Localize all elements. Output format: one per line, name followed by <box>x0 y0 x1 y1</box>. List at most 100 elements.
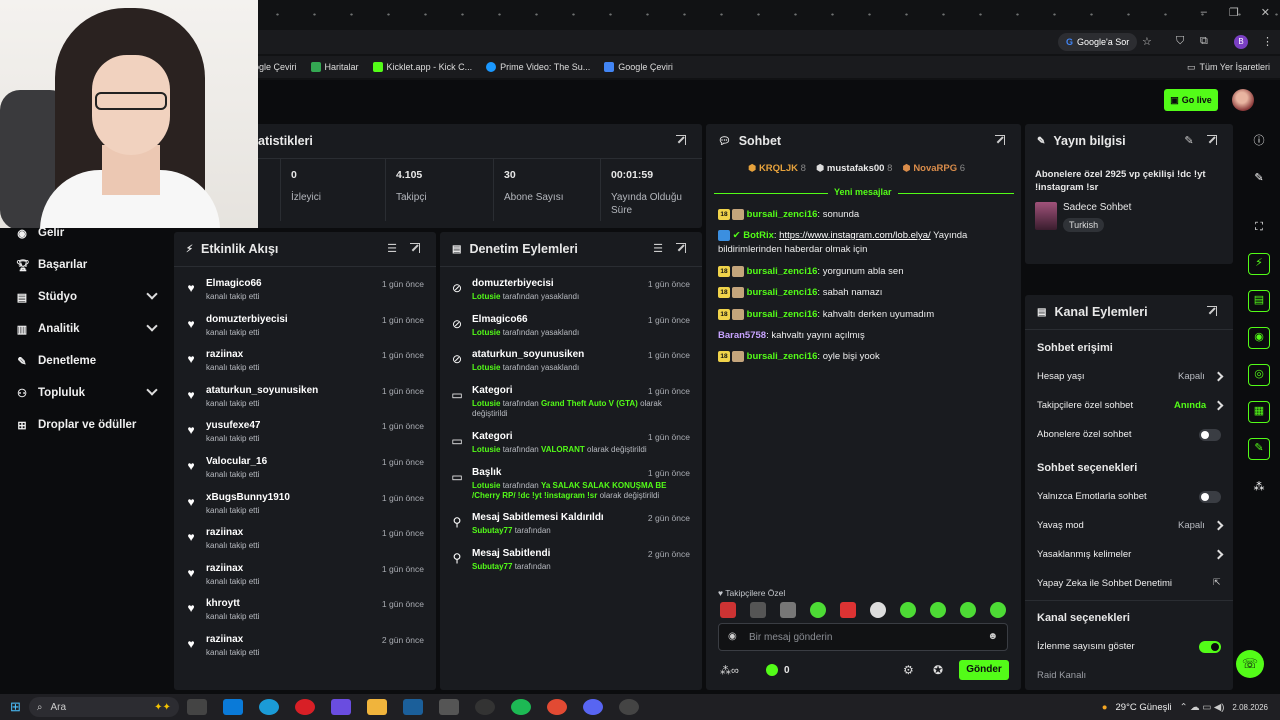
followers-chat-value[interactable]: Anında <box>1174 400 1206 411</box>
bookmark-maps[interactable]: Haritalar <box>310 62 359 72</box>
crop-icon[interactable]: ⛶ <box>1248 216 1270 238</box>
emote[interactable] <box>810 602 826 618</box>
account-age-value[interactable]: Kapalı <box>1178 371 1205 382</box>
activity-row[interactable]: ♥ raziinax kanalı takip etti 1 gün önce <box>174 345 436 381</box>
activity-row[interactable]: ♥ ataturkun_soyunusiken kanalı takip etti 1… <box>174 381 436 417</box>
folder-icon[interactable] <box>366 699 387 715</box>
popout-icon[interactable] <box>1207 135 1217 145</box>
raid-label[interactable]: Raid Kanalı <box>1037 670 1086 681</box>
chat-message[interactable]: 18 bursali_zenci16: sabah namazı <box>718 286 1008 300</box>
channel-points[interactable]: 0 <box>766 664 790 676</box>
activity-row[interactable]: ♥ xBugsBunny1910 kanalı takip etti 1 gün ön… <box>174 488 436 524</box>
chat-message[interactable]: 18 bursali_zenci16: oyle bişi yook <box>718 350 1008 364</box>
task-view-icon[interactable] <box>186 699 207 715</box>
emote[interactable] <box>840 602 856 618</box>
spotify-icon[interactable] <box>510 699 531 715</box>
extensions-icon[interactable]: ⧉ <box>1200 35 1208 48</box>
support-icon[interactable]: ☏ <box>1236 650 1264 678</box>
activity-row[interactable]: ♥ raziinax kanalı takip etti 1 gün önce <box>174 559 436 595</box>
chat-message[interactable]: ✔ BotRix: https://www.instagram.com/lob.… <box>718 229 1008 257</box>
edit-icon[interactable]: ✎ <box>1183 135 1195 147</box>
top-gifter-2[interactable]: ⬢ mustafaks00 8 <box>816 163 892 174</box>
popout-icon[interactable] <box>1207 306 1217 316</box>
chat-link[interactable]: https://www.instagram.com/lob.elya/ <box>779 230 931 241</box>
discord-icon[interactable] <box>582 699 603 715</box>
activity-row[interactable]: ♥ domuzterbiyecisi kanalı takip etti 1 gün … <box>174 310 436 346</box>
google-sor-button[interactable]: G Google'a Sor <box>1058 33 1138 51</box>
chevron-right-icon[interactable] <box>1213 400 1224 411</box>
close-icon[interactable]: ✕ <box>1261 6 1270 19</box>
chat-message[interactable]: 18 bursali_zenci16: yorgunum abla sen <box>718 265 1008 279</box>
tray-icons[interactable]: ⌃ ☁ ▭ ◀) <box>1180 702 1225 713</box>
sidebar-item-studyo[interactable]: ▤ Stüdyo <box>16 287 158 307</box>
sidebar-item-droplar[interactable]: ⊞ Droplar ve ödüller <box>16 415 136 435</box>
bookmark-kicklet[interactable]: Kicklet.app - Kick C... <box>372 62 472 72</box>
chat-input[interactable]: ◉ Bir mesaj gönderin ☻ <box>718 623 1008 651</box>
emote[interactable] <box>870 602 886 618</box>
infinity-icon[interactable]: ⁂∞ <box>720 664 739 677</box>
chat-message[interactable]: 18 bursali_zenci16: sonunda <box>718 208 1008 222</box>
bookmark-translate[interactable]: ogle Çeviri <box>254 62 297 72</box>
moderation-row[interactable]: ⚲ Mesaj Sabitlendi Subutay77 tarafından 2 g… <box>440 544 702 588</box>
chat-message[interactable]: 18 bursali_zenci16: kahvaltı derken uyum… <box>718 308 1008 322</box>
broadcast-icon[interactable]: ◎ <box>1248 364 1270 386</box>
filter-icon[interactable]: ☰ <box>652 243 664 255</box>
activity-row[interactable]: ♥ raziinax kanalı takip etti 2 gün önce <box>174 630 436 666</box>
popout-icon[interactable] <box>410 243 420 253</box>
app-icon[interactable] <box>618 699 639 715</box>
bolt-icon[interactable]: ⚡︎ <box>1248 253 1270 275</box>
windows-icon[interactable]: ⊞ <box>10 699 21 715</box>
bookmark-translate-2[interactable]: Google Çeviri <box>604 62 673 72</box>
sidebar-item-topluluk[interactable]: ⚇ Topluluk <box>16 383 158 403</box>
activity-row[interactable]: ♥ raziinax kanalı takip etti 1 gün önce <box>174 523 436 559</box>
wrench-icon[interactable]: ✎ <box>1248 438 1270 460</box>
chrome-icon[interactable] <box>546 699 567 715</box>
popout-icon[interactable] <box>676 135 686 145</box>
chevron-right-icon[interactable] <box>1213 371 1224 382</box>
opera-icon[interactable] <box>294 699 315 715</box>
sidebar-item-analitik[interactable]: ▥ Analitik <box>16 319 158 339</box>
bookmark-prime[interactable]: Prime Video: The Su... <box>486 62 590 72</box>
info-icon[interactable]: ⓘ <box>1248 130 1270 152</box>
activity-row[interactable]: ♥ Valocular_16 kanalı takip etti 1 gün önce <box>174 452 436 488</box>
chat-message[interactable]: Baran5758: kahvaltı yayını açılmış <box>718 329 1008 343</box>
chevron-right-icon[interactable] <box>1213 520 1224 531</box>
activity-row[interactable]: ♥ khroytt kanalı takip etti 1 gün önce <box>174 594 436 630</box>
emote[interactable] <box>750 602 766 618</box>
maximize-icon[interactable]: ❐ <box>1229 6 1239 19</box>
app-icon[interactable] <box>330 699 351 715</box>
sidebar-item-denetleme[interactable]: ✎ Denetleme <box>16 351 96 371</box>
chevron-right-icon[interactable] <box>1213 549 1224 560</box>
activity-row[interactable]: ♥ yusufexe47 kanalı takip etti 1 gün önce <box>174 416 436 452</box>
subs-chat-toggle[interactable] <box>1199 429 1221 441</box>
activity-row[interactable]: ♥ Elmagico66 kanalı takip etti 1 gün önce <box>174 274 436 310</box>
user-avatar[interactable] <box>1232 89 1254 111</box>
popout-icon[interactable] <box>995 135 1005 145</box>
all-bookmarks[interactable]: ▭ Tüm Yer İşaretleri <box>1187 62 1270 73</box>
menu-icon[interactable]: ⋮ <box>1262 35 1273 48</box>
sliders-icon[interactable]: ▦ <box>1248 401 1270 423</box>
settings-icon[interactable]: ⚙ <box>903 663 914 677</box>
minimize-icon[interactable]: – <box>1201 6 1207 19</box>
top-gifter-1[interactable]: ⬢ KRQLJK 8 <box>748 163 806 174</box>
external-link-icon[interactable]: ⇱ <box>1213 577 1221 588</box>
ai-mod-label[interactable]: Yapay Zeka ile Sohbet Denetimi <box>1037 578 1172 589</box>
emote-only-toggle[interactable] <box>1199 491 1221 503</box>
obs-icon[interactable] <box>474 699 495 715</box>
slow-mode-value[interactable]: Kapalı <box>1178 520 1205 531</box>
app-icon[interactable] <box>222 699 243 715</box>
emote[interactable] <box>900 602 916 618</box>
edge-icon[interactable] <box>258 699 279 715</box>
go-live-button[interactable]: ▣ Go live <box>1164 89 1218 111</box>
top-gifter-3[interactable]: ⬢ NovaRPG 6 <box>902 163 965 174</box>
emote[interactable] <box>930 602 946 618</box>
send-button[interactable]: Gönder <box>959 660 1009 680</box>
edit-icon[interactable]: ✎ <box>1248 167 1270 189</box>
store-icon[interactable] <box>438 699 459 715</box>
mod-icon[interactable]: ✪ <box>933 663 943 677</box>
star-icon[interactable]: ☆ <box>1142 35 1152 48</box>
community-icon[interactable]: ⁂ <box>1248 476 1270 498</box>
show-views-toggle[interactable] <box>1199 641 1221 653</box>
steam-icon[interactable] <box>402 699 423 715</box>
banned-words-label[interactable]: Yasaklanmış kelimeler <box>1037 549 1131 560</box>
